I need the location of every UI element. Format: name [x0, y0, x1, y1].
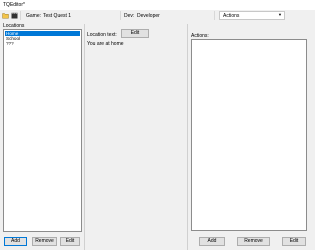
- toolbar-separator: [214, 11, 215, 20]
- chevron-down-icon: ▼: [278, 12, 282, 17]
- actions-list[interactable]: [191, 39, 307, 231]
- toolbar: Game: Test Quest 1 Dev: Developer Action…: [0, 10, 315, 22]
- clapperboard-icon[interactable]: [11, 12, 18, 19]
- actions-dropdown[interactable]: Actions ▼: [219, 11, 285, 20]
- actions-dropdown-value: Actions: [223, 13, 240, 19]
- locations-list[interactable]: Home School ???: [3, 29, 82, 232]
- splitter[interactable]: [84, 24, 85, 250]
- window-title: TQEditor*: [3, 2, 25, 8]
- edit-location-button[interactable]: Edit: [60, 237, 80, 246]
- list-item[interactable]: ???: [5, 41, 80, 46]
- toolbar-separator: [120, 11, 121, 20]
- open-folder-icon[interactable]: [2, 12, 9, 19]
- game-name: Test Quest 1: [43, 13, 72, 19]
- remove-location-button[interactable]: Remove: [32, 237, 57, 246]
- location-text-label: Location text:: [87, 32, 117, 38]
- remove-action-button[interactable]: Remove: [237, 237, 270, 246]
- dev-label: Dev:: [124, 13, 135, 19]
- dev-name: Developer: [137, 13, 160, 19]
- game-label: Game:: [26, 13, 42, 19]
- edit-action-button[interactable]: Edit: [282, 237, 306, 246]
- toolbar-separator: [20, 11, 21, 20]
- add-location-button[interactable]: Add: [4, 237, 27, 246]
- title-bar: TQEditor*: [0, 0, 315, 10]
- splitter[interactable]: [187, 24, 188, 250]
- location-text-value: You are at home: [87, 41, 124, 47]
- add-action-button[interactable]: Add: [199, 237, 225, 246]
- edit-location-text-button[interactable]: Edit: [121, 29, 149, 38]
- main-window: TQEditor* Game: Test Quest 1 Dev: Develo…: [0, 0, 315, 250]
